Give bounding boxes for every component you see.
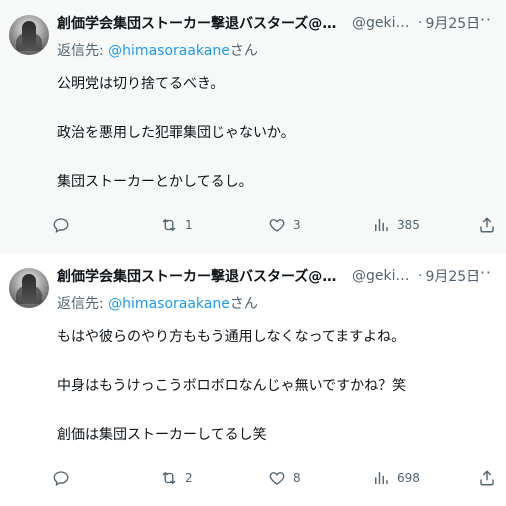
separator-dot: · bbox=[418, 268, 423, 284]
like-button[interactable]: 3 bbox=[268, 210, 301, 240]
reply-suffix: さん bbox=[229, 296, 258, 312]
heart-icon bbox=[269, 219, 285, 232]
retweet-count: 1 bbox=[185, 218, 193, 232]
tweet-line: 公明党は切り捨てるべき。 bbox=[57, 76, 225, 92]
reply-suffix: さん bbox=[229, 43, 258, 59]
view-count: 385 bbox=[397, 218, 420, 232]
reply-button[interactable] bbox=[52, 463, 77, 493]
tweet-line: 創価は集団ストーカーしてるし笑 bbox=[57, 427, 267, 443]
reply-icon bbox=[53, 471, 69, 486]
tweet-line: もはや彼らのやり方ももう通用しなくなってますよね。 bbox=[57, 329, 406, 345]
reply-context: 返信先: @himasoraakaneさん bbox=[57, 293, 258, 313]
like-button[interactable]: 8 bbox=[268, 463, 301, 493]
tweet-text: もはや彼らのやり方ももう通用しなくなってますよね。 中身はもうけっこうボロボロな… bbox=[57, 327, 406, 474]
like-count: 3 bbox=[293, 218, 301, 232]
avatar[interactable] bbox=[9, 15, 49, 55]
tweet-text: 公明党は切り捨てるべき。 政治を悪用した犯罪集団じゃないか。 集団ストーカーとか… bbox=[57, 74, 295, 221]
views-button[interactable]: 698 bbox=[372, 463, 420, 493]
like-count: 8 bbox=[293, 471, 301, 485]
user-handle[interactable]: @gekiba... bbox=[352, 15, 415, 31]
reply-prefix: 返信先: bbox=[57, 296, 109, 312]
more-icon[interactable]: ··· bbox=[474, 12, 492, 28]
view-count: 698 bbox=[397, 471, 420, 485]
tweet-header: 創価学会集団ストーカー撃退バスターズ@埼玉... @gekiba... · 9月… bbox=[57, 265, 498, 287]
retweet-icon bbox=[162, 218, 176, 232]
tweet[interactable]: 創価学会集団ストーカー撃退バスターズ@埼玉... @gekiba... · 9月… bbox=[0, 253, 506, 506]
tweet[interactable]: 創価学会集団ストーカー撃退バスターズ@埼玉... @gekiba... · 9月… bbox=[0, 0, 506, 253]
display-name[interactable]: 創価学会集団ストーカー撃退バスターズ@埼玉... bbox=[57, 266, 347, 286]
retweet-count: 2 bbox=[185, 471, 193, 485]
more-icon[interactable]: ··· bbox=[474, 265, 492, 281]
reply-mention-link[interactable]: @himasoraakane bbox=[108, 296, 230, 312]
user-handle[interactable]: @gekiba... bbox=[352, 268, 415, 284]
views-button[interactable]: 385 bbox=[372, 210, 420, 240]
tweet-header: 創価学会集団ストーカー撃退バスターズ@埼玉... @gekiba... · 9月… bbox=[57, 12, 498, 34]
retweet-icon bbox=[162, 471, 176, 485]
reply-button[interactable] bbox=[52, 210, 77, 240]
reply-context: 返信先: @himasoraakaneさん bbox=[57, 40, 258, 60]
display-name[interactable]: 創価学会集団ストーカー撃退バスターズ@埼玉... bbox=[57, 13, 347, 33]
analytics-icon bbox=[375, 472, 388, 484]
reply-icon bbox=[53, 218, 69, 233]
tweet-line: 政治を悪用した犯罪集団じゃないか。 bbox=[57, 125, 295, 141]
tweet-line: 中身はもうけっこうボロボロなんじゃ無いですかね？笑 bbox=[57, 378, 407, 394]
avatar[interactable] bbox=[9, 268, 49, 308]
separator-dot: · bbox=[418, 15, 423, 31]
tweet-line: 集団ストーカーとかしてるし。 bbox=[57, 174, 253, 190]
retweet-button[interactable]: 2 bbox=[160, 463, 193, 493]
share-button[interactable] bbox=[478, 210, 496, 240]
share-icon bbox=[480, 217, 494, 233]
heart-icon bbox=[269, 472, 285, 485]
share-icon bbox=[480, 470, 494, 486]
retweet-button[interactable]: 1 bbox=[160, 210, 193, 240]
share-button[interactable] bbox=[478, 463, 496, 493]
action-bar: 1 3 385 bbox=[52, 210, 498, 240]
action-bar: 2 8 698 bbox=[52, 463, 498, 493]
timestamp[interactable]: 9月25日 bbox=[425, 13, 480, 33]
reply-mention-link[interactable]: @himasoraakane bbox=[108, 43, 230, 59]
analytics-icon bbox=[375, 219, 388, 231]
reply-prefix: 返信先: bbox=[57, 43, 109, 59]
timestamp[interactable]: 9月25日 bbox=[425, 266, 480, 286]
